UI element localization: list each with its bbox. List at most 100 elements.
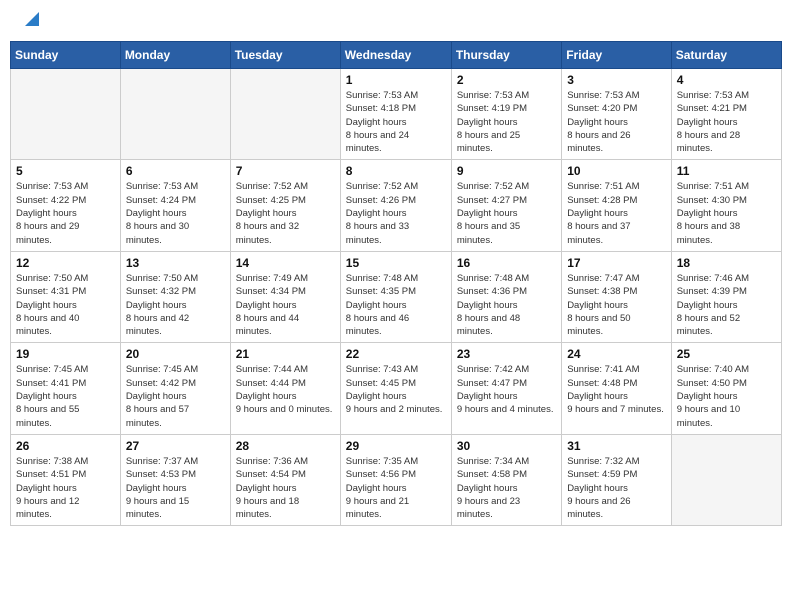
week-row-0: 1Sunrise: 7:53 AMSunset: 4:18 PMDaylight…	[11, 69, 782, 160]
day-info: Sunrise: 7:46 AMSunset: 4:39 PMDaylight …	[677, 272, 776, 338]
day-number: 23	[457, 347, 556, 361]
day-info: Sunrise: 7:51 AMSunset: 4:30 PMDaylight …	[677, 180, 776, 246]
day-cell: 10 Sunrise: 7:51 AMSunset: 4:28 PMDayligh…	[562, 160, 672, 251]
day-number: 1	[346, 73, 446, 87]
day-number: 31	[567, 439, 666, 453]
day-number: 24	[567, 347, 666, 361]
page: SundayMondayTuesdayWednesdayThursdayFrid…	[0, 0, 792, 612]
day-cell: 23 Sunrise: 7:42 AMSunset: 4:47 PMDayligh…	[451, 343, 561, 434]
day-number: 15	[346, 256, 446, 270]
day-info: Sunrise: 7:34 AMSunset: 4:58 PMDaylight …	[457, 455, 556, 521]
day-cell: 31 Sunrise: 7:32 AMSunset: 4:59 PMDayligh…	[562, 434, 672, 525]
day-info: Sunrise: 7:45 AMSunset: 4:41 PMDaylight …	[16, 363, 115, 429]
day-info: Sunrise: 7:53 AMSunset: 4:22 PMDaylight …	[16, 180, 115, 246]
day-info: Sunrise: 7:53 AMSunset: 4:21 PMDaylight …	[677, 89, 776, 155]
day-number: 28	[236, 439, 335, 453]
day-number: 17	[567, 256, 666, 270]
day-cell: 9Sunrise: 7:52 AMSunset: 4:27 PMDaylight…	[451, 160, 561, 251]
week-row-3: 19 Sunrise: 7:45 AMSunset: 4:41 PMDayligh…	[11, 343, 782, 434]
day-cell	[11, 69, 121, 160]
day-cell: 1Sunrise: 7:53 AMSunset: 4:18 PMDaylight…	[340, 69, 451, 160]
day-cell	[230, 69, 340, 160]
day-info: Sunrise: 7:53 AMSunset: 4:24 PMDaylight …	[126, 180, 225, 246]
day-cell	[120, 69, 230, 160]
day-info: Sunrise: 7:50 AMSunset: 4:32 PMDaylight …	[126, 272, 225, 338]
week-row-2: 12 Sunrise: 7:50 AMSunset: 4:31 PMDayligh…	[11, 251, 782, 342]
weekday-header-friday: Friday	[562, 42, 672, 69]
day-number: 4	[677, 73, 776, 87]
day-info: Sunrise: 7:35 AMSunset: 4:56 PMDaylight …	[346, 455, 446, 521]
day-cell: 14Sunrise: 7:49 AMSunset: 4:34 PMDayligh…	[230, 251, 340, 342]
day-cell: 25Sunrise: 7:40 AMSunset: 4:50 PMDayligh…	[671, 343, 781, 434]
day-info: Sunrise: 7:51 AMSunset: 4:28 PMDaylight …	[567, 180, 666, 246]
day-info: Sunrise: 7:44 AMSunset: 4:44 PMDaylight …	[236, 363, 335, 416]
day-number: 14	[236, 256, 335, 270]
day-cell	[671, 434, 781, 525]
day-info: Sunrise: 7:47 AMSunset: 4:38 PMDaylight …	[567, 272, 666, 338]
week-row-1: 5 Sunrise: 7:53 AMSunset: 4:22 PMDaylight…	[11, 160, 782, 251]
day-number: 30	[457, 439, 556, 453]
day-cell: 15 Sunrise: 7:48 AMSunset: 4:35 PMDayligh…	[340, 251, 451, 342]
day-info: Sunrise: 7:52 AMSunset: 4:25 PMDaylight …	[236, 180, 335, 246]
day-cell: 7 Sunrise: 7:52 AMSunset: 4:25 PMDaylight…	[230, 160, 340, 251]
day-number: 2	[457, 73, 556, 87]
day-info: Sunrise: 7:53 AMSunset: 4:19 PMDaylight …	[457, 89, 556, 155]
calendar-table: SundayMondayTuesdayWednesdayThursdayFrid…	[10, 41, 782, 526]
day-cell: 19 Sunrise: 7:45 AMSunset: 4:41 PMDayligh…	[11, 343, 121, 434]
day-info: Sunrise: 7:52 AMSunset: 4:27 PMDaylight …	[457, 180, 556, 246]
day-number: 27	[126, 439, 225, 453]
day-info: Sunrise: 7:48 AMSunset: 4:36 PMDaylight …	[457, 272, 556, 338]
day-number: 16	[457, 256, 556, 270]
day-number: 19	[16, 347, 115, 361]
weekday-header-wednesday: Wednesday	[340, 42, 451, 69]
day-info: Sunrise: 7:52 AMSunset: 4:26 PMDaylight …	[346, 180, 446, 246]
day-number: 21	[236, 347, 335, 361]
day-cell: 5 Sunrise: 7:53 AMSunset: 4:22 PMDaylight…	[11, 160, 121, 251]
day-cell: 20Sunrise: 7:45 AMSunset: 4:42 PMDayligh…	[120, 343, 230, 434]
day-info: Sunrise: 7:36 AMSunset: 4:54 PMDaylight …	[236, 455, 335, 521]
day-number: 7	[236, 164, 335, 178]
calendar-wrapper: SundayMondayTuesdayWednesdayThursdayFrid…	[0, 41, 792, 536]
day-number: 22	[346, 347, 446, 361]
day-info: Sunrise: 7:50 AMSunset: 4:31 PMDaylight …	[16, 272, 115, 338]
day-info: Sunrise: 7:48 AMSunset: 4:35 PMDaylight …	[346, 272, 446, 338]
day-cell: 22 Sunrise: 7:43 AMSunset: 4:45 PMDayligh…	[340, 343, 451, 434]
day-info: Sunrise: 7:53 AMSunset: 4:20 PMDaylight …	[567, 89, 666, 155]
day-cell: 27 Sunrise: 7:37 AMSunset: 4:53 PMDayligh…	[120, 434, 230, 525]
day-number: 11	[677, 164, 776, 178]
day-cell: 21 Sunrise: 7:44 AMSunset: 4:44 PMDayligh…	[230, 343, 340, 434]
day-info: Sunrise: 7:38 AMSunset: 4:51 PMDaylight …	[16, 455, 115, 521]
day-info: Sunrise: 7:42 AMSunset: 4:47 PMDaylight …	[457, 363, 556, 416]
day-info: Sunrise: 7:43 AMSunset: 4:45 PMDaylight …	[346, 363, 446, 416]
day-info: Sunrise: 7:45 AMSunset: 4:42 PMDaylight …	[126, 363, 225, 429]
day-number: 3	[567, 73, 666, 87]
day-info: Sunrise: 7:32 AMSunset: 4:59 PMDaylight …	[567, 455, 666, 521]
day-cell: 3 Sunrise: 7:53 AMSunset: 4:20 PMDaylight…	[562, 69, 672, 160]
day-cell: 28 Sunrise: 7:36 AMSunset: 4:54 PMDayligh…	[230, 434, 340, 525]
day-cell: 30 Sunrise: 7:34 AMSunset: 4:58 PMDayligh…	[451, 434, 561, 525]
logo	[18, 14, 43, 33]
weekday-header-row: SundayMondayTuesdayWednesdayThursdayFrid…	[11, 42, 782, 69]
day-cell: 24Sunrise: 7:41 AMSunset: 4:48 PMDayligh…	[562, 343, 672, 434]
day-cell: 17 Sunrise: 7:47 AMSunset: 4:38 PMDayligh…	[562, 251, 672, 342]
day-number: 12	[16, 256, 115, 270]
day-number: 5	[16, 164, 115, 178]
day-cell: 11 Sunrise: 7:51 AMSunset: 4:30 PMDayligh…	[671, 160, 781, 251]
day-number: 10	[567, 164, 666, 178]
weekday-header-saturday: Saturday	[671, 42, 781, 69]
day-cell: 6Sunrise: 7:53 AMSunset: 4:24 PMDaylight…	[120, 160, 230, 251]
logo-icon	[21, 8, 43, 28]
day-cell: 2 Sunrise: 7:53 AMSunset: 4:19 PMDaylight…	[451, 69, 561, 160]
day-info: Sunrise: 7:40 AMSunset: 4:50 PMDaylight …	[677, 363, 776, 429]
day-info: Sunrise: 7:37 AMSunset: 4:53 PMDaylight …	[126, 455, 225, 521]
day-number: 29	[346, 439, 446, 453]
weekday-header-sunday: Sunday	[11, 42, 121, 69]
day-number: 18	[677, 256, 776, 270]
day-cell: 8 Sunrise: 7:52 AMSunset: 4:26 PMDaylight…	[340, 160, 451, 251]
day-cell: 13Sunrise: 7:50 AMSunset: 4:32 PMDayligh…	[120, 251, 230, 342]
day-cell: 26Sunrise: 7:38 AMSunset: 4:51 PMDayligh…	[11, 434, 121, 525]
day-number: 8	[346, 164, 446, 178]
day-cell: 29 Sunrise: 7:35 AMSunset: 4:56 PMDayligh…	[340, 434, 451, 525]
day-cell: 16 Sunrise: 7:48 AMSunset: 4:36 PMDayligh…	[451, 251, 561, 342]
day-cell: 18 Sunrise: 7:46 AMSunset: 4:39 PMDayligh…	[671, 251, 781, 342]
